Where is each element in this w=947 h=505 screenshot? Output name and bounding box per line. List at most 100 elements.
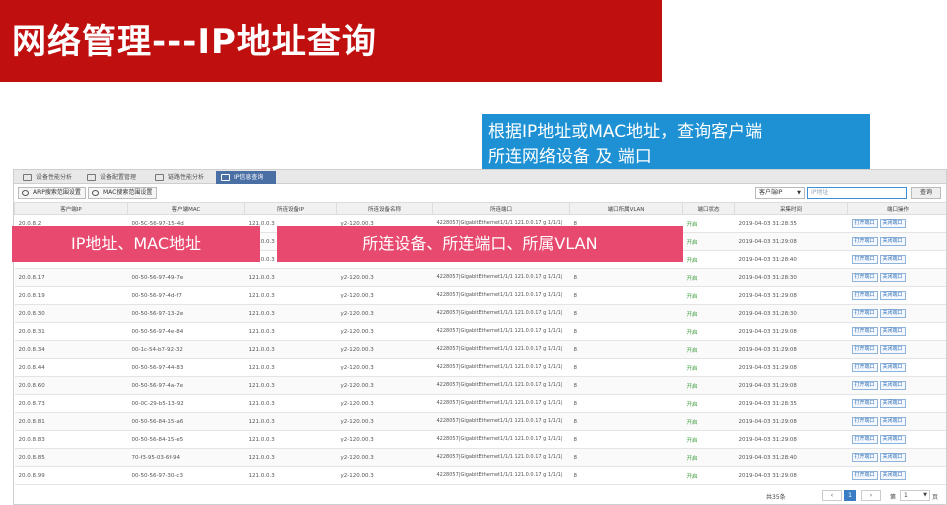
port-op-cell: 打开端口 关闭端口	[847, 268, 946, 287]
settings-icon	[22, 190, 29, 196]
col-vlan[interactable]: 端口所属VLAN	[569, 202, 683, 215]
col-client-ip[interactable]: 客户端IP	[14, 202, 128, 215]
vlan-cell: 8	[569, 268, 683, 287]
goto-label: 第	[890, 494, 897, 501]
col-collect-time[interactable]: 采集时间	[734, 202, 848, 215]
vlan-cell: 8	[569, 430, 683, 449]
port-cell: 4228057|GigabitEthernet1/1/1 121.0.0.17 …	[432, 466, 570, 485]
table-row: 20.0.8.19 00-50-56-97-4d-f7 121.0.0.3 y2-12…	[14, 286, 946, 305]
close-port-button[interactable]: 关闭端口	[879, 219, 906, 228]
close-port-button[interactable]: 关闭端口	[879, 435, 906, 444]
tab-ip-query[interactable]: IP信息查询	[216, 171, 276, 184]
open-port-button[interactable]: 打开端口	[851, 291, 878, 300]
close-port-button[interactable]: 关闭端口	[879, 453, 906, 462]
close-port-button[interactable]: 关闭端口	[879, 363, 906, 372]
time-cell: 2019-04-03 31:29:08	[734, 340, 848, 359]
port-cell: 4228057|GigabitEthernet1/1/1 121.0.0.17 …	[432, 322, 570, 341]
open-port-button[interactable]: 打开端口	[851, 363, 878, 372]
close-port-button[interactable]: 关闭端口	[879, 291, 906, 300]
chevron-down-icon: ▼	[797, 190, 801, 196]
search-type-select[interactable]: 客户端IP ▼	[755, 187, 805, 199]
col-port-status[interactable]: 端口状态	[682, 202, 735, 215]
client-mac-cell: 00-0C-29-b5-13-92	[127, 394, 245, 413]
close-port-button[interactable]: 关闭端口	[879, 255, 906, 264]
close-port-button[interactable]: 关闭端口	[879, 309, 906, 318]
port-op-cell: 打开端口 关闭端口	[847, 286, 946, 305]
callout-line2: 所连网络设备 及 端口	[488, 147, 652, 167]
chevron-down-icon: ▼	[923, 492, 927, 498]
goto-unit: 页	[932, 494, 939, 501]
device-ip-cell: 121.0.0.3	[244, 304, 337, 323]
vlan-cell: 8	[569, 412, 683, 431]
status-cell: 开启	[682, 340, 735, 359]
mac-range-button[interactable]: MAC搜索范围设置	[88, 187, 158, 199]
client-ip-cell: 20.0.8.44	[14, 358, 128, 377]
port-op-cell: 打开端口 关闭端口	[847, 430, 946, 449]
open-port-button[interactable]: 打开端口	[851, 345, 878, 354]
table-row: 20.0.8.17 00-50-56-97-49-7e 121.0.0.3 y2-12…	[14, 268, 946, 287]
time-cell: 2019-04-03 31:29:08	[734, 430, 848, 449]
open-port-button[interactable]: 打开端口	[851, 237, 878, 246]
open-port-button[interactable]: 打开端口	[851, 219, 878, 228]
open-port-button[interactable]: 打开端口	[851, 471, 878, 480]
tab-link-performance[interactable]: 链路性能分析	[150, 171, 214, 184]
vlan-cell: 8	[569, 340, 683, 359]
close-port-button[interactable]: 关闭端口	[879, 399, 906, 408]
query-button[interactable]: 查询	[911, 187, 941, 199]
arp-range-button[interactable]: ARP搜索范围设置	[18, 187, 86, 199]
open-port-button[interactable]: 打开端口	[851, 435, 878, 444]
vlan-cell: 8	[569, 448, 683, 467]
close-port-button[interactable]: 关闭端口	[879, 327, 906, 336]
device-ip-cell: 121.0.0.3	[244, 286, 337, 305]
tab-device-performance[interactable]: 设备性能分析	[18, 171, 78, 184]
total-count: 共35条	[766, 494, 786, 501]
close-port-button[interactable]: 关闭端口	[879, 417, 906, 426]
col-client-mac[interactable]: 客户端MAC	[127, 202, 245, 215]
port-op-cell: 打开端口 关闭端口	[847, 448, 946, 467]
close-port-button[interactable]: 关闭端口	[879, 381, 906, 390]
prev-page-button[interactable]: ‹	[822, 490, 842, 501]
app-window: 设备性能分析 设备配置管理 链路性能分析 IP信息查询 ARP搜索范围设置 MA…	[13, 169, 947, 505]
open-port-button[interactable]: 打开端口	[851, 381, 878, 390]
status-cell: 开启	[682, 250, 735, 269]
time-cell: 2019-04-03 31:28:40	[734, 250, 848, 269]
client-mac-cell: 00-50-56-97-4e-84	[127, 322, 245, 341]
open-port-button[interactable]: 打开端口	[851, 273, 878, 282]
open-port-button[interactable]: 打开端口	[851, 255, 878, 264]
next-page-button[interactable]: ›	[861, 490, 881, 501]
table-row: 20.0.8.73 00-0C-29-b5-13-92 121.0.0.3 y2-12…	[14, 394, 946, 413]
open-port-button[interactable]: 打开端口	[851, 327, 878, 336]
close-port-button[interactable]: 关闭端口	[879, 237, 906, 246]
col-device-name[interactable]: 所连设备名称	[336, 202, 433, 215]
port-op-cell: 打开端口 关闭端口	[847, 394, 946, 413]
tab-device-config[interactable]: 设备配置管理	[82, 171, 146, 184]
search-input[interactable]: IP地址	[807, 187, 907, 199]
vlan-cell: 8	[569, 358, 683, 377]
pagination: 共35条 ‹ 1 › 第 1 ▼ 页	[14, 487, 946, 504]
status-cell: 开启	[682, 466, 735, 485]
close-port-button[interactable]: 关闭端口	[879, 471, 906, 480]
open-port-button[interactable]: 打开端口	[851, 309, 878, 318]
status-cell: 开启	[682, 268, 735, 287]
port-cell: 4228057|GigabitEthernet1/1/1 121.0.0.17 …	[432, 394, 570, 413]
close-port-button[interactable]: 关闭端口	[879, 345, 906, 354]
device-ip-cell: 121.0.0.3	[244, 376, 337, 395]
col-port[interactable]: 所连端口	[432, 202, 570, 215]
tab-label: 链路性能分析	[168, 174, 205, 181]
goto-page-select[interactable]: 1 ▼	[900, 490, 930, 501]
open-port-button[interactable]: 打开端口	[851, 417, 878, 426]
port-op-cell: 打开端口 关闭端口	[847, 250, 946, 269]
port-op-cell: 打开端口 关闭端口	[847, 376, 946, 395]
col-device-ip[interactable]: 所连设备IP	[244, 202, 337, 215]
table-row: 20.0.8.34 00-1c-54-b7-92-32 121.0.0.3 y2-12…	[14, 340, 946, 359]
page-1-button[interactable]: 1	[844, 490, 856, 501]
port-cell: 4228057|GigabitEthernet1/1/1 121.0.0.17 …	[432, 358, 570, 377]
client-mac-cell: 00-50-56-97-4d-f7	[127, 286, 245, 305]
port-cell: 4228057|GigabitEthernet1/1/1 121.0.0.17 …	[432, 430, 570, 449]
status-cell: 开启	[682, 376, 735, 395]
status-cell: 开启	[682, 232, 735, 251]
close-port-button[interactable]: 关闭端口	[879, 273, 906, 282]
open-port-button[interactable]: 打开端口	[851, 399, 878, 408]
port-cell: 4228057|GigabitEthernet1/1/1 121.0.0.17 …	[432, 304, 570, 323]
open-port-button[interactable]: 打开端口	[851, 453, 878, 462]
